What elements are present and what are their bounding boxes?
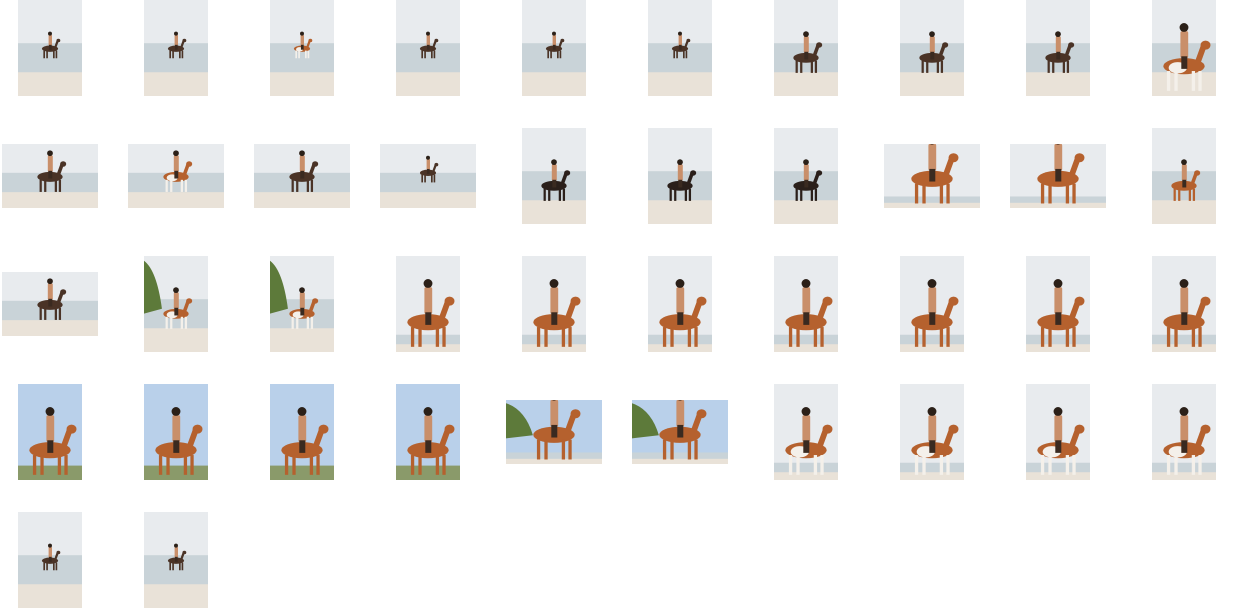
thumbnail-image[interactable] bbox=[522, 128, 586, 224]
thumbnail-image[interactable] bbox=[144, 256, 208, 352]
thumbnail-image[interactable] bbox=[144, 512, 208, 608]
thumbnail-image[interactable] bbox=[1026, 256, 1090, 352]
thumbnail-cell[interactable] bbox=[491, 128, 617, 224]
thumbnail-cell[interactable] bbox=[113, 384, 239, 480]
thumbnail-image[interactable] bbox=[18, 512, 82, 608]
thumbnail-cell[interactable] bbox=[491, 0, 617, 96]
thumbnail-cell[interactable] bbox=[113, 512, 239, 608]
thumbnail-cell[interactable] bbox=[113, 0, 239, 96]
thumbnail-cell[interactable] bbox=[617, 384, 743, 480]
thumbnail-image[interactable] bbox=[1152, 256, 1216, 352]
thumbnail-cell[interactable] bbox=[995, 128, 1121, 224]
thumbnail-image[interactable] bbox=[270, 0, 334, 96]
thumbnail-cell[interactable] bbox=[113, 256, 239, 352]
thumbnail-image[interactable] bbox=[396, 256, 460, 352]
thumbnail-image[interactable] bbox=[270, 384, 334, 480]
thumbnail-cell[interactable] bbox=[365, 0, 491, 96]
thumbnail-cell[interactable] bbox=[365, 384, 491, 480]
thumbnail-image[interactable] bbox=[1010, 144, 1106, 208]
thumbnail-cell[interactable] bbox=[869, 256, 995, 352]
thumbnail-image[interactable] bbox=[900, 256, 964, 352]
thumbnail-cell[interactable] bbox=[1121, 128, 1238, 224]
thumbnail-cell[interactable] bbox=[1121, 384, 1238, 480]
thumbnail-image[interactable] bbox=[1152, 384, 1216, 480]
thumbnail-image[interactable] bbox=[632, 400, 728, 464]
thumbnail-image[interactable] bbox=[144, 0, 208, 96]
thumbnail-cell[interactable] bbox=[995, 0, 1121, 96]
thumbnail-cell[interactable] bbox=[869, 0, 995, 96]
thumbnail-cell[interactable] bbox=[869, 384, 995, 480]
thumbnail-image[interactable] bbox=[522, 0, 586, 96]
thumbnail-image[interactable] bbox=[522, 256, 586, 352]
thumbnail-image[interactable] bbox=[900, 0, 964, 96]
thumbnail-image[interactable] bbox=[1026, 384, 1090, 480]
thumbnail-cell[interactable] bbox=[1121, 256, 1238, 352]
thumbnail-cell[interactable] bbox=[743, 0, 869, 96]
thumbnail-cell[interactable] bbox=[0, 512, 113, 608]
thumbnail-image[interactable] bbox=[1152, 128, 1216, 224]
thumbnail-cell[interactable] bbox=[617, 256, 743, 352]
thumbnail-image[interactable] bbox=[18, 384, 82, 480]
thumbnail-cell[interactable] bbox=[1121, 0, 1238, 96]
thumbnail-image[interactable] bbox=[380, 144, 476, 208]
thumbnail-cell[interactable] bbox=[995, 256, 1121, 352]
thumbnail-image[interactable] bbox=[2, 272, 98, 336]
thumbnail-cell[interactable] bbox=[869, 128, 995, 224]
thumbnail-cell[interactable] bbox=[995, 384, 1121, 480]
thumbnail-cell[interactable] bbox=[239, 0, 365, 96]
thumbnail-cell[interactable] bbox=[743, 384, 869, 480]
thumbnail-cell[interactable] bbox=[491, 384, 617, 480]
thumbnail-cell[interactable] bbox=[365, 256, 491, 352]
thumbnail-cell[interactable] bbox=[617, 128, 743, 224]
thumbnail-image[interactable] bbox=[18, 0, 82, 96]
thumbnail-image[interactable] bbox=[270, 256, 334, 352]
thumbnail-image[interactable] bbox=[1026, 0, 1090, 96]
thumbnail-cell[interactable] bbox=[491, 256, 617, 352]
thumbnail-image[interactable] bbox=[774, 0, 838, 96]
thumbnail-image[interactable] bbox=[128, 144, 224, 208]
thumbnail-cell[interactable] bbox=[365, 128, 491, 224]
thumbnail-cell[interactable] bbox=[239, 128, 365, 224]
thumbnail-cell[interactable] bbox=[0, 256, 113, 352]
thumbnail-image[interactable] bbox=[884, 144, 980, 208]
thumbnail-image[interactable] bbox=[648, 256, 712, 352]
thumbnail-image[interactable] bbox=[396, 0, 460, 96]
thumbnail-cell[interactable] bbox=[743, 128, 869, 224]
thumbnail-cell[interactable] bbox=[239, 384, 365, 480]
thumbnail-image[interactable] bbox=[2, 144, 98, 208]
thumbnail-cell[interactable] bbox=[239, 256, 365, 352]
thumbnail-image[interactable] bbox=[774, 128, 838, 224]
thumbnail-image[interactable] bbox=[396, 384, 460, 480]
thumbnail-image[interactable] bbox=[1152, 0, 1216, 96]
thumbnail-cell[interactable] bbox=[0, 384, 113, 480]
thumbnail-image[interactable] bbox=[506, 400, 602, 464]
thumbnail-image[interactable] bbox=[774, 384, 838, 480]
thumbnail-cell[interactable] bbox=[113, 128, 239, 224]
thumbnail-image[interactable] bbox=[144, 384, 208, 480]
thumbnail-image[interactable] bbox=[648, 0, 712, 96]
thumbnail-image[interactable] bbox=[648, 128, 712, 224]
thumbnail-cell[interactable] bbox=[617, 0, 743, 96]
thumbnail-image[interactable] bbox=[900, 384, 964, 480]
thumbnail-cell[interactable] bbox=[0, 128, 113, 224]
thumbnail-image[interactable] bbox=[774, 256, 838, 352]
thumbnail-cell[interactable] bbox=[743, 256, 869, 352]
thumbnail-gallery bbox=[0, 0, 1238, 609]
thumbnail-image[interactable] bbox=[254, 144, 350, 208]
thumbnail-cell[interactable] bbox=[0, 0, 113, 96]
